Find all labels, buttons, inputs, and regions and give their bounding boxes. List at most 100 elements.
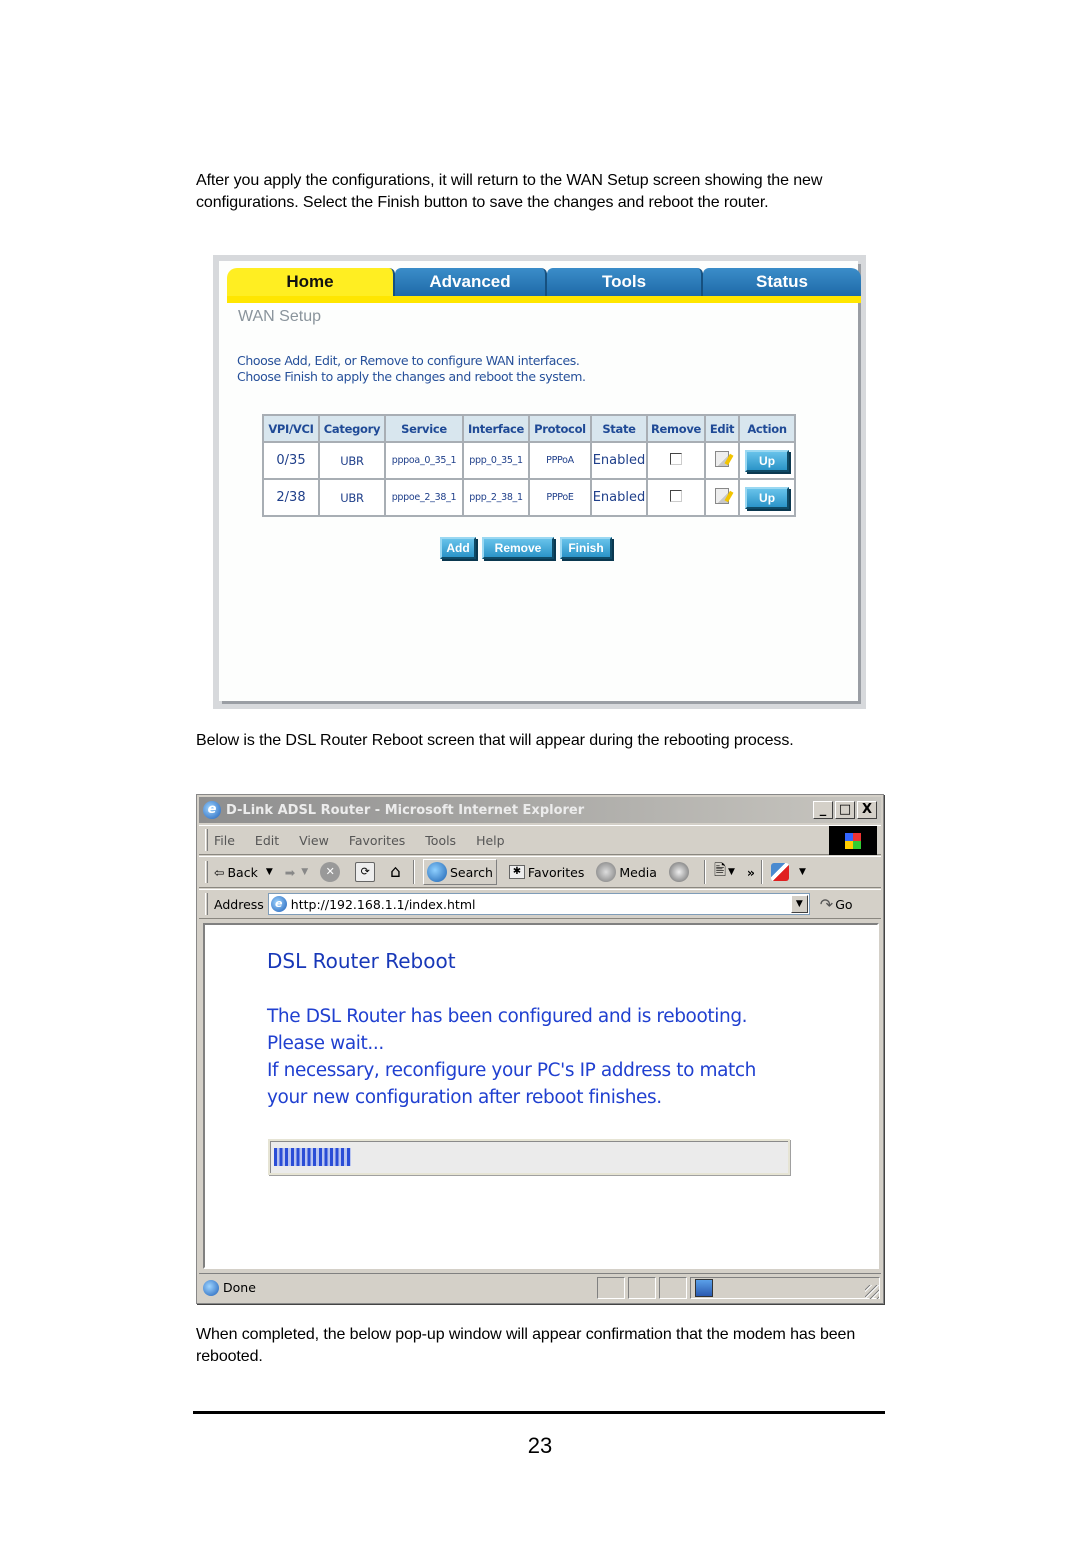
toolbar-grip[interactable] [205,893,208,915]
close-button[interactable]: X [857,801,877,819]
cell-edit [704,441,741,480]
tab-status[interactable]: Status [703,268,861,296]
history-icon [668,862,689,882]
progress-fill [274,1148,351,1166]
home-button[interactable]: ⌂ [390,862,401,882]
tab-tools[interactable]: Tools [547,268,703,296]
up-button[interactable]: Up [745,449,790,472]
media-button[interactable]: Media [596,862,657,882]
forward-arrow-icon: ➡ [284,864,296,880]
back-button[interactable]: ⇦ Back ▼ [214,865,273,880]
stop-button[interactable]: ✕ [320,862,343,882]
address-label: Address [214,896,264,912]
go-arrow-icon: ↷ [819,894,834,914]
reboot-title: DSL Router Reboot [267,949,456,973]
cell-category: UBR [318,441,386,480]
address-bar: Address e http://192.168.1.1/index.html … [199,889,881,919]
menu-file[interactable]: File [214,833,235,848]
column-header: Protocol [528,414,592,443]
address-url: http://192.168.1.1/index.html [290,896,476,912]
toolbar-grip[interactable] [205,829,208,851]
go-button[interactable]: ↷ Go [820,895,853,914]
table-row: 2/38 UBR pppoe_2_38_1 ppp_2_38_1 PPPoE E… [262,478,797,517]
cell-interface: ppp_0_35_1 [462,441,530,480]
action-buttons: Add Remove Finish [440,537,612,559]
description-line: Choose Add, Edit, or Remove to configure… [237,353,580,368]
page-icon: e [270,896,287,912]
status-panes [597,1277,880,1299]
history-button[interactable] [668,862,692,882]
network-icon [695,1279,713,1297]
wan-setup-frame: Home Advanced Tools Status WAN Setup Cho… [219,261,861,701]
column-header: State [590,414,648,443]
edit-icon[interactable] [715,450,730,467]
refresh-icon: ⟳ [355,862,376,882]
toolbar-overflow[interactable]: » [747,865,755,880]
stop-icon: ✕ [320,862,341,882]
pdf-button[interactable]: ▼ [771,863,806,881]
cell-state: Enabled [590,478,648,517]
cell-edit [704,478,741,517]
search-button[interactable]: Search [422,859,497,885]
finish-button[interactable]: Finish [560,537,612,559]
cell-protocol: PPPoE [528,478,592,517]
edit-icon[interactable] [715,487,730,504]
menu-help[interactable]: Help [476,833,505,848]
cell-vpi-vci: 0/35 [262,441,320,480]
minimize-button[interactable]: _ [813,801,833,819]
status-pane [597,1277,625,1299]
windows-logo-icon [829,826,877,855]
cell-vpi-vci: 2/38 [262,478,320,517]
message-line: The DSL Router has been configured and i… [267,1006,748,1027]
pdf-icon [771,863,789,881]
remove-button[interactable]: Remove [482,537,554,559]
toolbar-separator [412,860,415,884]
home-icon: ⌂ [390,862,401,882]
remove-checkbox[interactable] [670,489,683,502]
cell-action: Up [738,478,797,517]
cell-state: Enabled [590,441,648,480]
completion-paragraph: When completed, the below pop-up window … [196,1326,856,1365]
toolbar-grip[interactable] [205,861,208,883]
favorites-label: Favorites [527,864,585,880]
menu-favorites[interactable]: Favorites [349,833,405,848]
status-pane [628,1277,656,1299]
menu-edit[interactable]: Edit [255,833,279,848]
mail-button[interactable]: 🖹 ▼ [714,860,735,885]
toolbar-separator [761,860,763,884]
intro-paragraph: After you apply the configurations, it w… [196,172,823,211]
add-button[interactable]: Add [440,537,476,559]
up-button[interactable]: Up [745,486,790,509]
toolbar-separator [703,860,706,884]
reboot-intro-paragraph: Below is the DSL Router Reboot screen th… [196,732,794,749]
page-title: WAN Setup [238,308,321,325]
page-number: 23 [527,1433,553,1458]
tab-home[interactable]: Home [227,268,395,296]
wan-table: VPI/VCI Category Service Interface Proto… [262,414,797,517]
maximize-button[interactable]: □ [835,801,855,819]
tab-advanced[interactable]: Advanced [395,268,547,296]
search-label: Search [449,864,493,880]
menu-view[interactable]: View [299,833,329,848]
column-header: Service [384,414,464,443]
column-header: VPI/VCI [262,414,320,443]
dropdown-arrow-icon: ▼ [265,867,273,877]
menu-bar: File Edit View Favorites Tools Help [199,825,881,855]
address-input[interactable]: e http://192.168.1.1/index.html ▼ [267,893,810,915]
back-arrow-icon: ⇦ [214,864,225,880]
refresh-button[interactable]: ⟳ [355,862,378,882]
remove-checkbox[interactable] [670,452,683,465]
table-header-row: VPI/VCI Category Service Interface Proto… [262,414,797,443]
address-dropdown-button[interactable]: ▼ [790,895,808,913]
favorites-icon: ✱ [508,865,525,879]
window-title: D-Link ADSL Router - Microsoft Internet … [226,802,585,818]
resize-grip[interactable] [865,1285,879,1299]
message-line: Please wait... [267,1033,384,1054]
standard-toolbar: ⇦ Back ▼ ➡ ▼ ✕ ⟳ ⌂ Search ✱ Favorites Me… [199,856,881,888]
forward-button[interactable]: ➡ ▼ [285,865,308,880]
favorites-button[interactable]: ✱ Favorites [508,864,585,880]
title-bar: e D-Link ADSL Router - Microsoft Interne… [199,797,881,823]
column-header: Interface [462,414,530,443]
column-header: Category [318,414,386,443]
menu-tools[interactable]: Tools [425,833,456,848]
